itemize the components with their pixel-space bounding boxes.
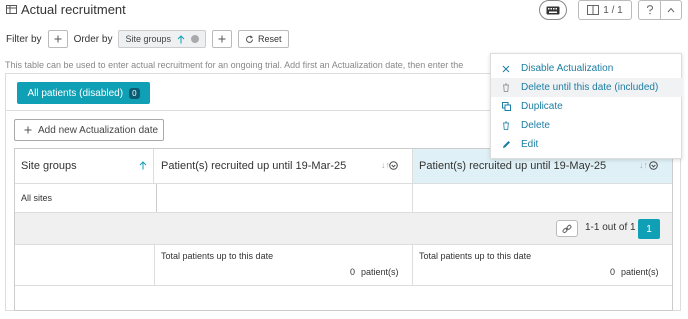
- column-header-label: Site groups: [21, 160, 77, 172]
- total-unit: patient(s): [361, 267, 399, 277]
- order-label: Order by: [73, 33, 113, 45]
- pagination-text: 1-1 out of 1: [585, 222, 636, 233]
- order-chip[interactable]: Site groups: [118, 30, 206, 48]
- trash-icon: [491, 121, 521, 130]
- filter-bar: Filter by Order by Site groups Reset: [6, 30, 289, 48]
- cell-date-2[interactable]: [414, 184, 672, 212]
- filter-label: Filter by: [6, 33, 42, 45]
- tab-label: All patients (disabled): [27, 87, 124, 99]
- link-button[interactable]: [556, 220, 578, 237]
- total-label: Total patients up to this date: [161, 251, 274, 261]
- add-button-label: Add new Actualization date: [38, 124, 159, 136]
- menu-item-label: Disable Actualization: [521, 63, 614, 74]
- column-header-site-groups[interactable]: Site groups: [15, 149, 154, 183]
- add-order-button[interactable]: [212, 30, 232, 48]
- column-header-label: Patient(s) recruited up until 19-Mar-25: [161, 160, 347, 172]
- close-icon: [491, 65, 521, 73]
- total-value: 0: [350, 267, 356, 277]
- sort-icon[interactable]: ↓↑: [381, 160, 390, 170]
- menu-item-label: Delete: [521, 120, 550, 131]
- total-unit: patient(s): [621, 267, 659, 277]
- plus-icon: [218, 35, 226, 43]
- menu-item-delete[interactable]: Delete: [491, 116, 683, 135]
- total-label: Total patients up to this date: [419, 251, 532, 261]
- trash-icon: [491, 83, 521, 92]
- menu-item-edit[interactable]: Edit: [491, 135, 683, 154]
- sort-icon[interactable]: ↓↑: [639, 160, 648, 170]
- order-chip-label: Site groups: [125, 34, 171, 44]
- sort-asc-icon[interactable]: [139, 161, 147, 170]
- keyboard-button[interactable]: [539, 0, 567, 20]
- page-indicator: 1 / 1: [603, 4, 623, 16]
- totals-cell-site: [15, 245, 155, 285]
- menu-item-label: Duplicate: [521, 101, 563, 112]
- page-title: Actual recruitment: [21, 1, 126, 17]
- table-icon: [6, 4, 17, 15]
- totals-bottom-divider: [15, 285, 672, 286]
- question-icon: [646, 5, 654, 15]
- page-view-button[interactable]: 1 / 1: [578, 0, 632, 20]
- menu-item-disable[interactable]: Disable Actualization: [491, 59, 683, 78]
- tab-badge: 0: [129, 87, 140, 99]
- pencil-icon: [491, 140, 521, 149]
- cell-date-1[interactable]: [156, 184, 413, 212]
- page-number-button[interactable]: 1: [638, 219, 660, 239]
- book-icon: [587, 5, 600, 15]
- chevron-up-icon: [667, 7, 675, 13]
- plus-icon: [24, 126, 32, 134]
- help-button[interactable]: [638, 0, 660, 20]
- column-options-icon[interactable]: [649, 161, 658, 170]
- totals-cell-date-2: Total patients up to this date 0 patient…: [413, 245, 672, 285]
- keyboard-icon: [546, 6, 560, 15]
- add-filter-button[interactable]: [47, 30, 68, 48]
- menu-item-label: Delete until this date (included): [521, 82, 659, 93]
- column-header-label: Patient(s) recruited up until 19-May-25: [419, 160, 607, 172]
- context-menu: Disable Actualization Delete until this …: [490, 53, 683, 159]
- copy-icon: [491, 102, 521, 111]
- add-actualization-date-button[interactable]: Add new Actualization date: [14, 119, 164, 141]
- total-value: 0: [610, 267, 616, 277]
- reset-label: Reset: [258, 34, 282, 44]
- link-icon: [562, 224, 572, 234]
- collapse-button[interactable]: [660, 0, 682, 20]
- plus-icon: [54, 35, 62, 43]
- remove-chip-icon[interactable]: [191, 35, 199, 43]
- reset-button[interactable]: Reset: [238, 30, 289, 48]
- info-text: This table can be used to enter actual r…: [5, 60, 464, 70]
- totals-cell-date-1: Total patients up to this date 0 patient…: [155, 245, 413, 285]
- page-title-wrap: Actual recruitment: [6, 1, 126, 17]
- tab-all-patients[interactable]: All patients (disabled) 0: [17, 82, 150, 104]
- reset-icon: [245, 34, 254, 44]
- arrow-up-icon[interactable]: [177, 34, 185, 44]
- menu-item-delete-until[interactable]: Delete until this date (included): [491, 78, 683, 97]
- column-options-icon[interactable]: [389, 161, 398, 170]
- menu-item-label: Edit: [521, 139, 539, 150]
- row-label-site: All sites: [21, 193, 53, 203]
- column-header-date-1[interactable]: Patient(s) recruited up until 19-Mar-25 …: [155, 149, 413, 183]
- menu-item-duplicate[interactable]: Duplicate: [491, 97, 683, 116]
